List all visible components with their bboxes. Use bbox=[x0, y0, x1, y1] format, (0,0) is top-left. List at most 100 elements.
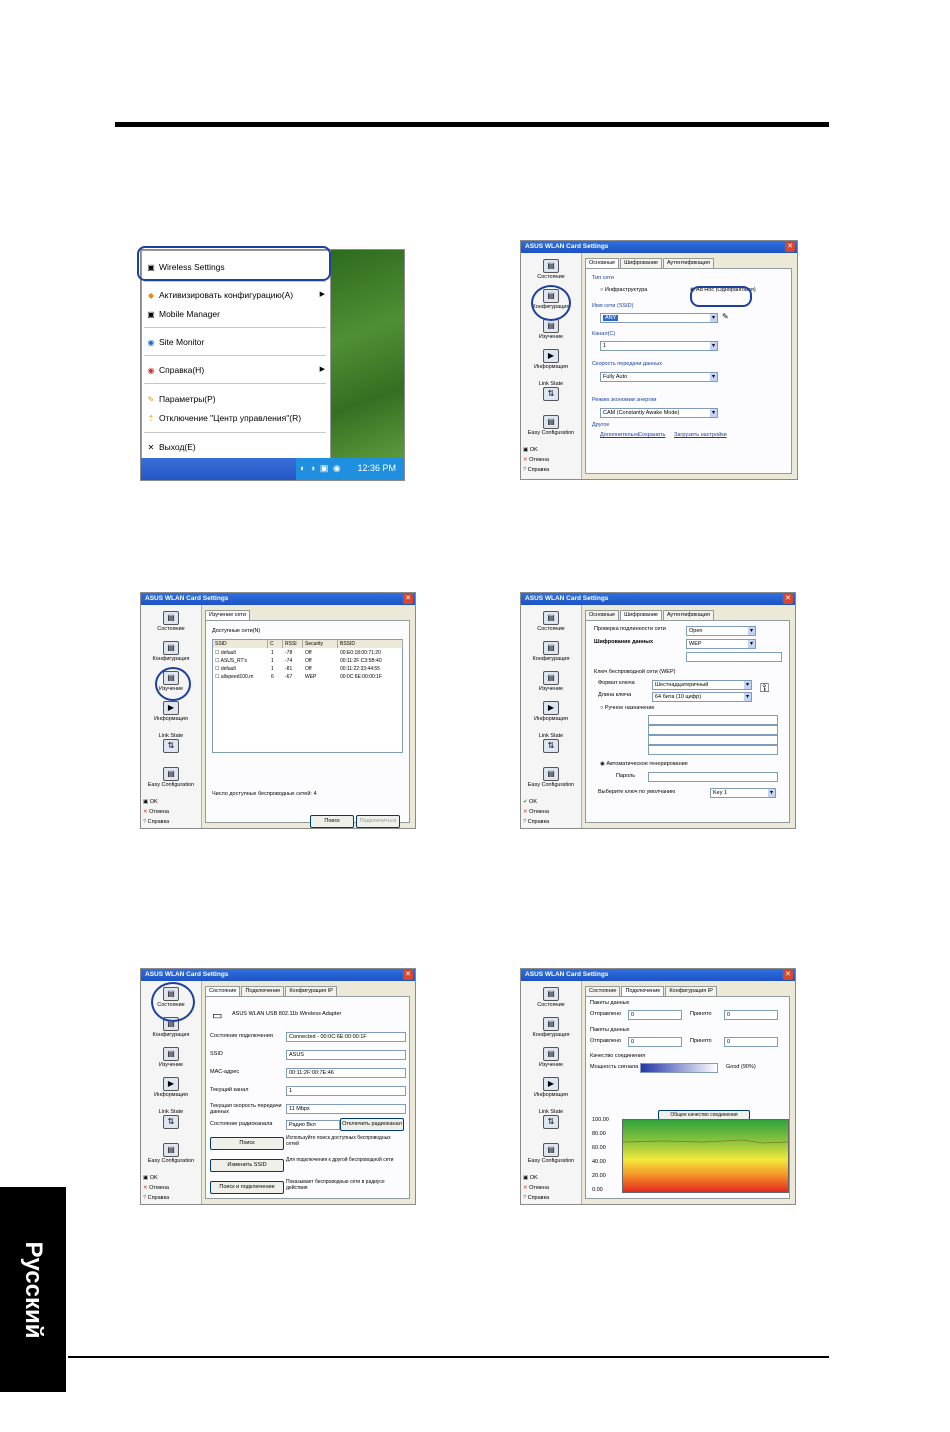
edit-icon[interactable]: ✎ bbox=[722, 312, 729, 321]
close-button[interactable]: ✕ bbox=[783, 970, 793, 980]
key2-field[interactable] bbox=[648, 725, 778, 735]
nav-status[interactable]: ▤ Состояние bbox=[523, 987, 579, 1008]
tab-basic[interactable]: Основные bbox=[585, 258, 620, 268]
tab-auth[interactable]: Аутентификация bbox=[662, 258, 714, 268]
nav-link-state[interactable]: Link State ⇅ bbox=[523, 733, 579, 754]
encryption-select[interactable]: WEP bbox=[686, 639, 756, 649]
tab-auth[interactable]: Аутентификация bbox=[662, 610, 714, 620]
link-load[interactable]: Загрузить настройки bbox=[674, 432, 727, 438]
menu-item-disable-control-center[interactable]: ⇡ Отключение "Центр управления"(R) bbox=[146, 411, 301, 425]
nav-survey[interactable]: ▤ Изучение bbox=[523, 319, 579, 340]
search-button[interactable]: Поиск bbox=[210, 1137, 284, 1150]
tab-ip-config[interactable]: Конфигурация IP bbox=[285, 986, 337, 996]
col-channel[interactable]: C bbox=[268, 640, 283, 648]
nav-cancel[interactable]: ✕ Отмена bbox=[143, 1185, 199, 1191]
tab-connection[interactable]: Подключение bbox=[241, 986, 285, 996]
nav-cancel[interactable]: ✕ Отмена bbox=[523, 1185, 579, 1191]
nav-easy-config[interactable]: ▤ Easy Configuration bbox=[143, 1143, 199, 1164]
nav-easy-config[interactable]: ▤ Easy Configuration bbox=[143, 767, 199, 788]
ssid-input[interactable]: ANY bbox=[600, 313, 718, 323]
change-ssid-button[interactable]: Изменить SSID bbox=[210, 1159, 284, 1172]
nav-config[interactable]: ▤ Конфигурация bbox=[523, 1017, 579, 1038]
nav-status[interactable]: ▤ Состояние bbox=[523, 611, 579, 632]
key1-field[interactable] bbox=[648, 715, 778, 725]
nav-ok[interactable]: ✔ OK bbox=[523, 799, 579, 805]
col-bssid[interactable]: BSSID bbox=[338, 640, 403, 648]
nav-info[interactable]: ▶ Информация bbox=[523, 1077, 579, 1098]
nav-info[interactable]: ▶ Информация bbox=[523, 701, 579, 722]
nav-info[interactable]: ▶ Информация bbox=[143, 701, 199, 722]
nav-link-state[interactable]: Link State ⇅ bbox=[523, 381, 579, 402]
nav-cancel[interactable]: ✕ Отмена bbox=[523, 809, 579, 815]
nav-status[interactable]: ▤ Состояние bbox=[523, 259, 579, 280]
network-table[interactable]: SSID C RSSI Security BSSID ☐ default 1 -… bbox=[212, 639, 403, 753]
tab-encryption[interactable]: Шифрование bbox=[620, 258, 662, 268]
nav-easy-config[interactable]: ▤ Easy Configuration bbox=[523, 767, 579, 788]
col-security[interactable]: Security bbox=[303, 640, 338, 648]
nav-cancel[interactable]: ✕ Отмена bbox=[523, 457, 579, 463]
auth-select[interactable]: Open bbox=[686, 626, 756, 636]
tab-basic[interactable]: Основные bbox=[585, 610, 620, 620]
nav-help[interactable]: ? Справка bbox=[523, 819, 579, 825]
tab-connection[interactable]: Подключение bbox=[621, 986, 665, 996]
nav-cancel[interactable]: ✕ Отмена bbox=[143, 809, 199, 815]
close-button[interactable]: ✕ bbox=[783, 594, 793, 604]
tab-ip-config[interactable]: Конфигурация IP bbox=[665, 986, 717, 996]
link-save[interactable]: Сохранить bbox=[638, 432, 665, 438]
auto-radio[interactable]: ◉ Автоматическое генерирование bbox=[600, 761, 688, 767]
nav-help[interactable]: ? Справка bbox=[523, 467, 579, 473]
nav-link-state[interactable]: Link State ⇅ bbox=[143, 1109, 199, 1130]
key-format-select[interactable]: Шестнадцатеричный bbox=[652, 680, 752, 690]
rate-select[interactable]: Fully Auto bbox=[600, 372, 718, 382]
nav-ok[interactable]: ▣ OK bbox=[143, 1175, 199, 1181]
connect-button[interactable]: Подключиться bbox=[356, 815, 400, 828]
nav-help[interactable]: ? Справка bbox=[143, 819, 199, 825]
key3-field[interactable] bbox=[648, 735, 778, 745]
channel-select[interactable]: 1 bbox=[600, 341, 718, 351]
nav-survey[interactable]: ▤ Изучение bbox=[523, 1047, 579, 1068]
nav-survey[interactable]: ▤ Изучение bbox=[143, 1047, 199, 1068]
menu-item-mobile-manager[interactable]: ▣ Mobile Manager bbox=[146, 307, 220, 321]
search-connect-button[interactable]: Поиск и подключение bbox=[210, 1181, 284, 1194]
menu-item-site-monitor[interactable]: ◉ Site Monitor bbox=[146, 335, 205, 349]
link-advanced[interactable]: Дополнительно bbox=[600, 432, 640, 438]
menu-item-settings[interactable]: ✎ Параметры(P) bbox=[146, 392, 216, 406]
nav-survey[interactable]: ▤ Изучение bbox=[523, 671, 579, 692]
radio-off-button[interactable]: Отключить радиоканал bbox=[340, 1118, 404, 1131]
tab-encryption[interactable]: Шифрование bbox=[620, 610, 662, 620]
power-select[interactable]: CAM (Constantly Awake Mode) bbox=[600, 408, 718, 418]
tab-status[interactable]: Состояние bbox=[585, 986, 621, 996]
menu-item-help[interactable]: ◉ Справка(H) bbox=[146, 363, 205, 377]
nav-ok[interactable]: ▣ OK bbox=[523, 1175, 579, 1181]
tray-icons[interactable]: ◐ ◑ ▣ ◉ bbox=[300, 463, 342, 474]
tab-survey[interactable]: Изучение сети bbox=[205, 610, 251, 620]
col-rssi[interactable]: RSSI bbox=[283, 640, 303, 648]
col-ssid[interactable]: SSID bbox=[213, 640, 268, 648]
search-button[interactable]: Поиск bbox=[310, 815, 354, 828]
radio-infrastructure[interactable]: ○ Инфраструктура bbox=[600, 287, 647, 293]
menu-item-activate-config[interactable]: ◆ Активизировать конфигурацию(A) bbox=[146, 288, 293, 302]
default-key-select[interactable]: Key 1 bbox=[710, 788, 776, 798]
nav-config[interactable]: ▤ Конфигурация bbox=[143, 641, 199, 662]
nav-help[interactable]: ? Справка bbox=[523, 1195, 579, 1201]
close-button[interactable]: ✕ bbox=[403, 970, 413, 980]
passphrase-field[interactable] bbox=[648, 772, 778, 782]
nav-ok[interactable]: ▣ OK bbox=[523, 447, 579, 453]
nav-ok[interactable]: ▣ OK bbox=[143, 799, 199, 805]
nav-link-state[interactable]: Link State ⇅ bbox=[143, 733, 199, 754]
close-button[interactable]: ✕ bbox=[785, 242, 795, 252]
tab-status[interactable]: Состояние bbox=[205, 986, 241, 996]
nav-easy-config[interactable]: ▤ Easy Configuration bbox=[523, 415, 579, 436]
close-button[interactable]: ✕ bbox=[403, 594, 413, 604]
key-length-select[interactable]: 64 бита (10 цифр) bbox=[652, 692, 752, 702]
nav-info[interactable]: ▶ Информация bbox=[143, 1077, 199, 1098]
nav-help[interactable]: ? Справка bbox=[143, 1195, 199, 1201]
key4-field[interactable] bbox=[648, 745, 778, 755]
nav-easy-config[interactable]: ▤ Easy Configuration bbox=[523, 1143, 579, 1164]
manual-radio[interactable]: ○ Ручное назначение bbox=[600, 705, 654, 711]
nav-link-state[interactable]: Link State ⇅ bbox=[523, 1109, 579, 1130]
nav-status[interactable]: ▤ Состояние bbox=[143, 611, 199, 632]
nav-config[interactable]: ▤ Конфигурация bbox=[523, 641, 579, 662]
menu-item-exit[interactable]: ✕ Выход(E) bbox=[146, 440, 196, 454]
nav-info[interactable]: ▶ Информация bbox=[523, 349, 579, 370]
